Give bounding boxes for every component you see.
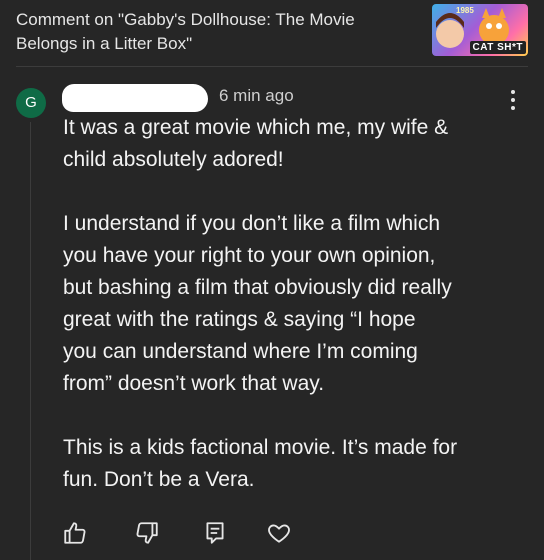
comment-paragraph: It was a great movie which me, my wife &… — [63, 116, 449, 171]
comment-paragraph: I understand if you don’t like a film wh… — [63, 212, 452, 395]
comment-body: It was a great movie which me, my wife &… — [63, 112, 533, 496]
comment-actions — [62, 520, 302, 548]
heart-icon[interactable] — [266, 520, 292, 546]
thumbnail-brand: CAT SH*T — [469, 41, 526, 54]
header: Comment on "Gabby's Dollhouse: The Movie… — [0, 0, 544, 68]
thumbnail-year: 1985 — [456, 6, 474, 15]
thread-line — [30, 122, 31, 560]
reply-icon[interactable] — [202, 520, 228, 546]
divider — [16, 66, 528, 67]
comment-timestamp: 6 min ago — [219, 86, 294, 105]
redacted-username — [62, 84, 208, 112]
avatar[interactable]: G — [16, 88, 46, 118]
thumbs-down-icon[interactable] — [134, 520, 160, 546]
comment-paragraph: This is a kids factional movie. It’s mad… — [63, 436, 458, 491]
thumbs-up-icon[interactable] — [62, 520, 88, 546]
more-options-icon[interactable] — [507, 88, 519, 112]
page-title[interactable]: Comment on "Gabby's Dollhouse: The Movie… — [16, 8, 416, 56]
video-thumbnail[interactable]: 1985 CAT SH*T — [432, 4, 528, 56]
